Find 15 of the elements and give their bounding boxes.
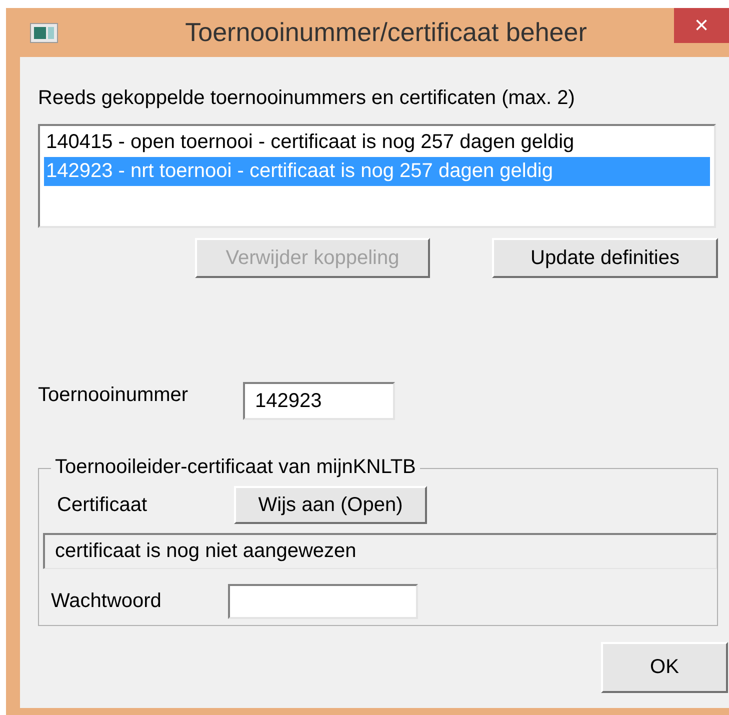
list-label: Reeds gekoppelde toernooinummers en certificaten (max. 2)	[38, 87, 576, 110]
dialog-button[interactable]: Update definities	[492, 238, 718, 278]
close-button[interactable]: ×	[674, 8, 729, 43]
field-label: Certificaat	[57, 494, 148, 516]
status-field: certificaat is nog niet aangewezen	[43, 533, 717, 569]
group-legend: Toernooileider-certificaat van mijnKNLTB	[51, 456, 420, 479]
ok-button[interactable]: OK	[601, 642, 728, 693]
window-icon	[30, 22, 58, 42]
field-label: Wachtwoord	[51, 590, 162, 613]
open-button[interactable]: Wijs aan (Open)	[234, 486, 427, 524]
list-item[interactable]: 140415 - open toernooi - certificaat is nog 257 dagen geldig	[44, 128, 710, 157]
password-field[interactable]	[228, 584, 418, 619]
field-label: Toernooinummer	[38, 384, 190, 406]
input-field[interactable]: 142923	[243, 382, 395, 420]
window-title: Toernooinummer/certificaat beheer	[184, 17, 588, 48]
